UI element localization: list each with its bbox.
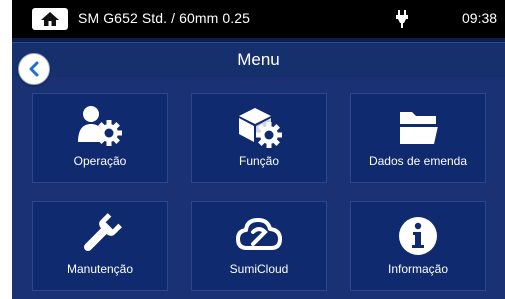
menu-item-operacao[interactable]: Operação: [32, 93, 168, 183]
menu-item-manutencao[interactable]: Manutenção: [32, 201, 168, 291]
page-title: Menu: [237, 50, 280, 69]
plug-icon: [396, 10, 408, 28]
status-bar: SM G652 Std. / 60mm 0.25 09:38: [12, 0, 505, 38]
box-gear-icon: [239, 108, 282, 148]
menu-item-label: Dados de emenda: [368, 154, 468, 168]
wrench-icon: [83, 213, 122, 252]
splicer-screen: SM G652 Std. / 60mm 0.25 09:38 Menu Oper…: [12, 0, 505, 299]
back-button[interactable]: [18, 53, 50, 85]
chevron-left-icon: [29, 61, 39, 77]
operator-gear-icon: [78, 106, 122, 146]
cloud-icon: [236, 218, 282, 250]
menu-item-dados-de-emenda[interactable]: Dados de emenda: [350, 93, 486, 183]
menu-item-label: Informação: [387, 262, 449, 276]
menu-grid: Operação Função Dados de emenda Manutenç…: [12, 77, 505, 299]
menu-item-sumicloud[interactable]: SumiCloud: [191, 201, 327, 291]
menu-item-label: SumiCloud: [229, 262, 289, 276]
clock: 09:38: [462, 10, 498, 26]
fiber-profile-label: SM G652 Std. / 60mm 0.25: [78, 10, 251, 26]
menu-item-informacao[interactable]: Informação: [350, 201, 486, 291]
menu-item-label: Manutenção: [66, 262, 134, 276]
info-icon: [399, 217, 437, 255]
folder-icon: [398, 112, 440, 144]
home-icon: [41, 12, 59, 26]
home-button[interactable]: [32, 8, 68, 30]
menu-item-label: Função: [238, 154, 280, 168]
menu-item-label: Operação: [73, 154, 127, 168]
menu-item-funcao[interactable]: Função: [191, 93, 327, 183]
